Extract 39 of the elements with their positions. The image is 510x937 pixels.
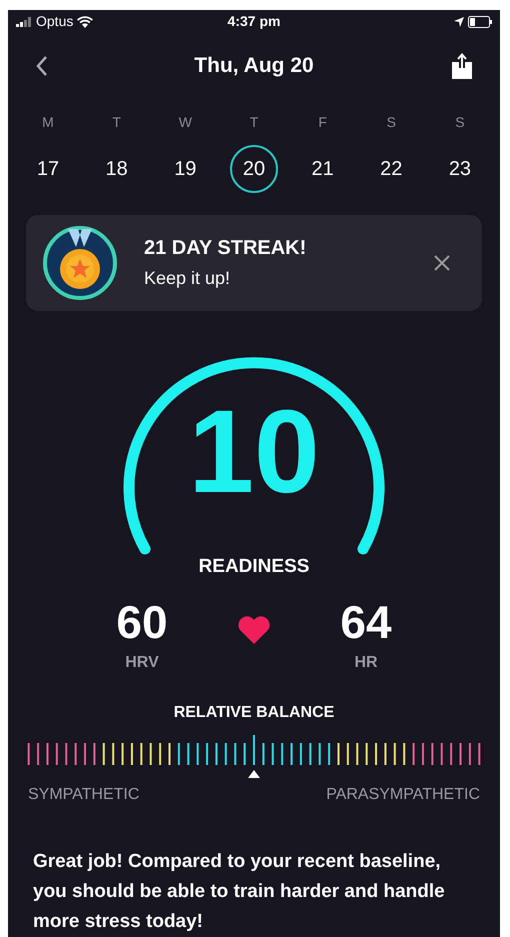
metric-label: HRV	[125, 653, 159, 674]
day-button[interactable]: 18	[92, 144, 141, 193]
streak-title: 21 DAY STREAK!	[144, 236, 308, 262]
chevron-left-icon	[36, 54, 48, 77]
day-button[interactable]: 19	[161, 144, 210, 193]
weekday-label: F	[318, 112, 327, 132]
status-time: 4:37 pm	[228, 12, 280, 32]
date-title: Thu, Aug 20	[194, 52, 314, 79]
metric-label: HR	[354, 653, 378, 674]
readiness-score: 10	[188, 393, 320, 512]
streak-subtitle: Keep it up!	[144, 267, 232, 290]
medal-icon	[42, 224, 118, 301]
day-button[interactable]: 22	[367, 144, 416, 193]
day-button[interactable]: 21	[298, 144, 347, 193]
weekday-label: S	[386, 112, 396, 132]
sympathetic-label: SYMPATHETIC	[28, 785, 140, 806]
battery-icon	[468, 16, 492, 28]
metric-value: 64	[340, 599, 392, 646]
carrier-name: Optus	[36, 12, 74, 32]
weekday-label: T	[250, 112, 258, 132]
location-arrow-icon	[454, 16, 464, 27]
metric-value: 60	[116, 599, 168, 646]
heart-icon	[238, 616, 270, 644]
day-button[interactable]: 20	[230, 144, 278, 193]
parasympathetic-label: PARASYMPATHETIC	[326, 785, 480, 806]
share-icon	[452, 52, 472, 79]
weekday-label: T	[112, 112, 121, 132]
day-button[interactable]: 23	[436, 144, 484, 193]
close-icon	[434, 254, 450, 271]
balance-marker-icon	[248, 770, 260, 778]
readiness-message: Great job! Compared to your recent baseline, you should be able to train harder and handle more stress today!	[32, 850, 446, 934]
signal-icon	[16, 16, 32, 27]
weekday-label: S	[455, 112, 465, 132]
wifi-icon	[77, 16, 94, 28]
weekday-label: M	[42, 112, 54, 132]
day-button[interactable]: 17	[24, 144, 72, 193]
readiness-label: READINESS	[198, 555, 310, 580]
weekday-label: W	[178, 112, 192, 132]
balance-title: RELATIVE BALANCE	[174, 703, 334, 724]
